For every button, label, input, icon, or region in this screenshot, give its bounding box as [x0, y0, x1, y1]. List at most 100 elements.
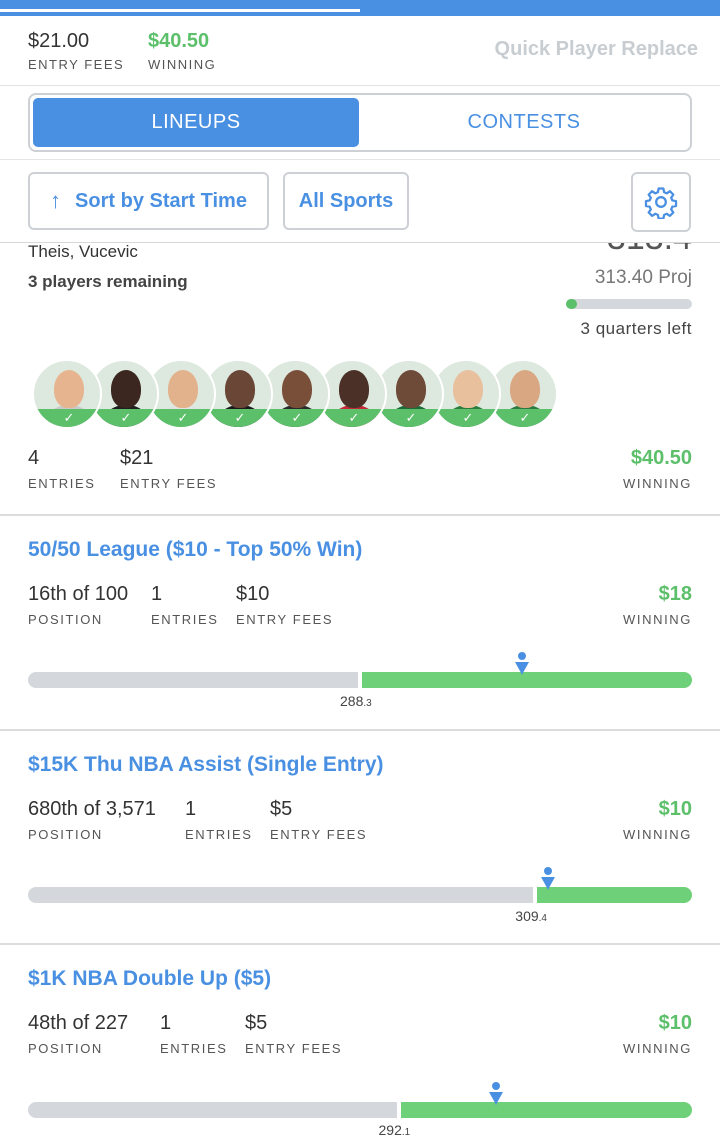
standing-bar [28, 867, 692, 903]
player-face [396, 370, 426, 408]
contest-title[interactable]: $1K NBA Double Up ($5) [28, 967, 271, 991]
player-face [282, 370, 312, 408]
position-stat: 680th of 3,571 POSITION [28, 798, 156, 842]
winning-stat: $10 WINNING [623, 1012, 692, 1056]
winning-value: $40.50 [148, 30, 210, 52]
cutline-score: 309.4 [515, 908, 547, 924]
cutline-score-main: 288 [340, 693, 364, 709]
player-face [111, 370, 141, 408]
position-value: 680th of 3,571 [28, 798, 156, 820]
lineup-projection: 313.40 Proj [594, 267, 692, 288]
winning-label: WINNING [623, 1041, 692, 1056]
contest-card[interactable]: $15K Thu NBA Assist (Single Entry) 680th… [0, 731, 720, 945]
entry-fees-value: $10 [236, 583, 270, 605]
entries-stat: 1 ENTRIES [151, 583, 219, 627]
winning-stat: $40.50 WINNING [623, 447, 692, 491]
entry-fees-value: $21 [120, 447, 154, 469]
position-value: 48th of 227 [28, 1012, 129, 1034]
position-label: POSITION [28, 1041, 103, 1056]
cutline-score: 292.1 [379, 1122, 411, 1138]
entry-fees-value: $21.00 [28, 30, 90, 52]
checkmark-icon: ✓ [205, 409, 271, 427]
entry-fees-label: ENTRY FEES [236, 612, 334, 627]
contest-card[interactable]: $1K NBA Double Up ($5) 48th of 227 POSIT… [0, 945, 720, 1148]
standing-bar-below-cutline [28, 672, 358, 688]
entry-fees-summary: $21.00 ENTRY FEES [28, 30, 124, 72]
entries-stat: 4 ENTRIES [28, 447, 96, 491]
winning-stat: $10 WINNING [623, 798, 692, 842]
sort-button[interactable]: ↑ Sort by Start Time [28, 172, 269, 230]
standing-bar [28, 1082, 692, 1118]
entry-fees-label: ENTRY FEES [245, 1041, 343, 1056]
checkmark-icon: ✓ [148, 409, 214, 427]
top-progress-segment [0, 9, 360, 12]
player-face [339, 370, 369, 408]
view-tabs: LINEUPS CONTESTS [28, 93, 692, 152]
checkmark-icon: ✓ [490, 409, 556, 427]
entries-label: ENTRIES [28, 476, 96, 491]
position-label: POSITION [28, 827, 103, 842]
summary-header: $21.00 ENTRY FEES $40.50 WINNING Quick P… [0, 16, 720, 86]
arrow-up-icon: ↑ [50, 188, 62, 213]
checkmark-icon: ✓ [433, 409, 499, 427]
winning-stat: $18 WINNING [623, 583, 692, 627]
entry-fees-stat: $21 ENTRY FEES [120, 447, 217, 491]
cutline-score: 288.3 [340, 693, 372, 709]
entries-value: 1 [185, 798, 197, 820]
player-face [168, 370, 198, 408]
entries-label: ENTRIES [151, 612, 219, 627]
players-names: Theis, Vucevic [28, 243, 138, 261]
gear-icon [644, 187, 678, 219]
quick-player-replace-button[interactable]: Quick Player Replace [495, 38, 698, 61]
cutline-score-main: 292 [378, 1122, 402, 1138]
entry-fees-label: ENTRY FEES [28, 57, 125, 72]
players-remaining: 3 players remaining [28, 272, 188, 291]
position-stat: 48th of 227 POSITION [28, 1012, 128, 1056]
standing-bar-above-cutline [537, 887, 692, 903]
lineup-card[interactable]: Theis, Vucevic 3 players remaining 313.4… [0, 243, 720, 516]
top-progress-bar [0, 0, 720, 16]
cutline-score-decimal: .3 [363, 698, 372, 709]
quarters-left: 3 quarters left [580, 319, 692, 338]
time-remaining-bar [566, 299, 692, 309]
standing-bar-above-cutline [400, 1102, 692, 1118]
sort-label: Sort by Start Time [75, 189, 247, 212]
time-remaining-fill [566, 299, 578, 309]
entry-fees-stat: $10 ENTRY FEES [236, 583, 333, 627]
tab-contests[interactable]: CONTESTS [361, 98, 687, 147]
entry-fees-value: $5 [245, 1012, 268, 1034]
cutline-score-main: 309 [515, 908, 539, 924]
standing-bar-below-cutline [28, 1102, 397, 1118]
contest-card[interactable]: 50/50 League ($10 - Top 50% Win) 16th of… [0, 516, 720, 731]
entry-fees-value: $5 [270, 798, 293, 820]
winning-value: $10 [658, 1012, 692, 1034]
winning-value: $10 [658, 798, 692, 820]
position-value: 16th of 100 [28, 583, 129, 605]
contest-title[interactable]: $15K Thu NBA Assist (Single Entry) [28, 753, 384, 777]
user-position-icon [489, 1082, 504, 1105]
player-face [54, 370, 84, 408]
player-avatar[interactable]: ✓ [32, 359, 102, 429]
lineup-score: 313.4 [607, 243, 692, 258]
entry-fees-label: ENTRY FEES [120, 476, 218, 491]
checkmark-icon: ✓ [91, 409, 157, 427]
user-position-icon [515, 652, 530, 675]
position-label: POSITION [28, 612, 103, 627]
contest-title[interactable]: 50/50 League ($10 - Top 50% Win) [28, 538, 362, 562]
tab-lineups[interactable]: LINEUPS [33, 98, 359, 147]
winning-value: $40.50 [630, 447, 692, 469]
winning-value: $18 [658, 583, 692, 605]
checkmark-icon: ✓ [262, 409, 328, 427]
settings-button[interactable] [631, 172, 691, 232]
player-face [510, 370, 540, 408]
entry-fees-stat: $5 ENTRY FEES [245, 1012, 342, 1056]
cutline-score-decimal: .4 [538, 913, 547, 924]
winning-label: WINNING [623, 476, 692, 491]
checkmark-icon: ✓ [34, 409, 100, 427]
entries-label: ENTRIES [160, 1041, 228, 1056]
user-position-icon [540, 867, 555, 890]
sports-filter-button[interactable]: All Sports [283, 172, 409, 230]
player-face [225, 370, 255, 408]
checkmark-icon: ✓ [319, 409, 385, 427]
entries-value: 4 [28, 447, 40, 469]
